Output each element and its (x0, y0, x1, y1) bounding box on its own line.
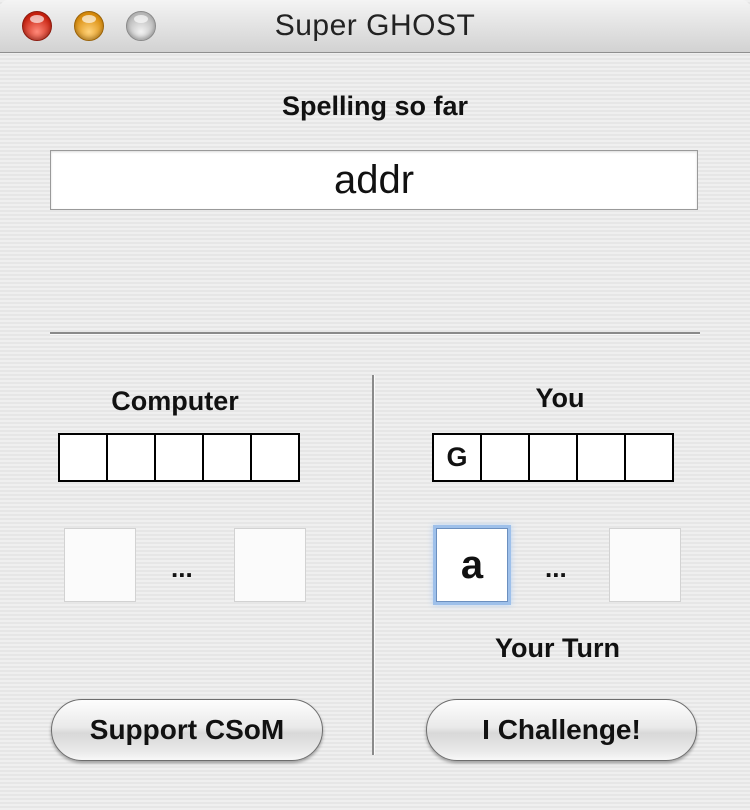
spelling-field: addr (50, 150, 698, 210)
you-first-letter-input[interactable]: a (436, 528, 508, 602)
you-ghost-letters: G (432, 433, 674, 482)
computer-ellipsis: ... (171, 553, 193, 583)
vertical-divider (372, 375, 375, 755)
you-letter-box: G (432, 433, 482, 482)
spelling-label: Spelling so far (281, 91, 469, 121)
you-letter-box (528, 433, 578, 482)
you-letter-box (480, 433, 530, 482)
you-letter-box (576, 433, 626, 482)
computer-letter-box (202, 433, 252, 482)
computer-letter-box (106, 433, 156, 482)
you-last-letter-input[interactable] (609, 528, 681, 602)
you-ellipsis: ... (545, 553, 567, 583)
computer-letter-box (58, 433, 108, 482)
support-csom-button[interactable]: Support CSoM (51, 699, 323, 761)
challenge-button[interactable]: I Challenge! (426, 699, 697, 761)
horizontal-divider (50, 332, 700, 335)
computer-first-letter-slot (64, 528, 136, 602)
you-letter-box (624, 433, 674, 482)
computer-letter-box (250, 433, 300, 482)
title-bar[interactable]: Super GHOST (0, 0, 750, 53)
you-label: You (535, 383, 585, 413)
computer-label: Computer (111, 386, 239, 416)
turn-status: Your Turn (495, 633, 620, 663)
window-title: Super GHOST (274, 9, 476, 42)
computer-last-letter-slot (234, 528, 306, 602)
super-ghost-window: Super GHOST Spelling so far addr Compute… (0, 0, 750, 810)
computer-letter-box (154, 433, 204, 482)
computer-ghost-letters (58, 433, 300, 482)
